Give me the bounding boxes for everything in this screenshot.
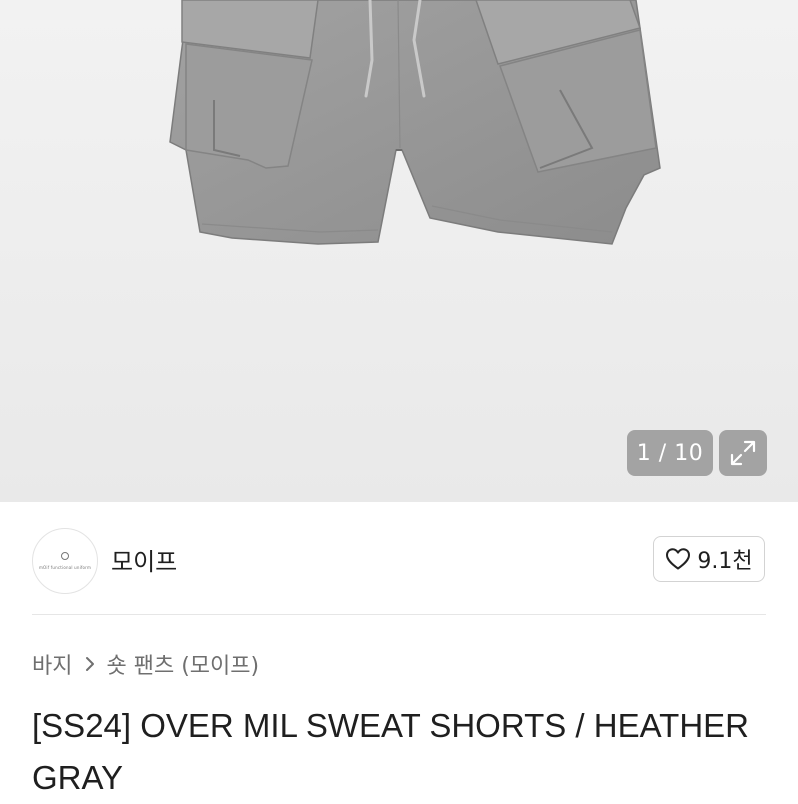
like-button[interactable]: 9.1천 xyxy=(653,536,765,582)
image-counter: 1 / 10 xyxy=(627,430,713,476)
divider xyxy=(32,614,766,615)
chevron-right-icon xyxy=(84,655,96,673)
heart-icon xyxy=(666,548,691,570)
breadcrumb: 바지 숏 팬츠 (모이프) xyxy=(32,648,259,680)
product-image[interactable] xyxy=(0,0,798,502)
expand-icon xyxy=(730,440,756,466)
like-count: 9.1천 xyxy=(697,549,753,574)
shop-avatar[interactable]: mOif functional uniform xyxy=(32,528,98,594)
product-gallery[interactable]: 1 / 10 xyxy=(0,0,798,502)
shop-logo-icon xyxy=(61,552,69,560)
breadcrumb-category[interactable]: 바지 xyxy=(32,648,72,680)
shop-info: mOif functional uniform 모이프 9.1천 xyxy=(0,502,798,614)
shop-avatar-tagline: mOif functional uniform xyxy=(38,565,92,570)
breadcrumb-subcategory[interactable]: 숏 팬츠 (모이프) xyxy=(106,648,259,680)
shop-name[interactable]: 모이프 xyxy=(111,542,177,577)
expand-button[interactable] xyxy=(719,430,767,476)
product-title: [SS24] OVER MIL SWEAT SHORTS / HEATHER G… xyxy=(32,707,749,796)
